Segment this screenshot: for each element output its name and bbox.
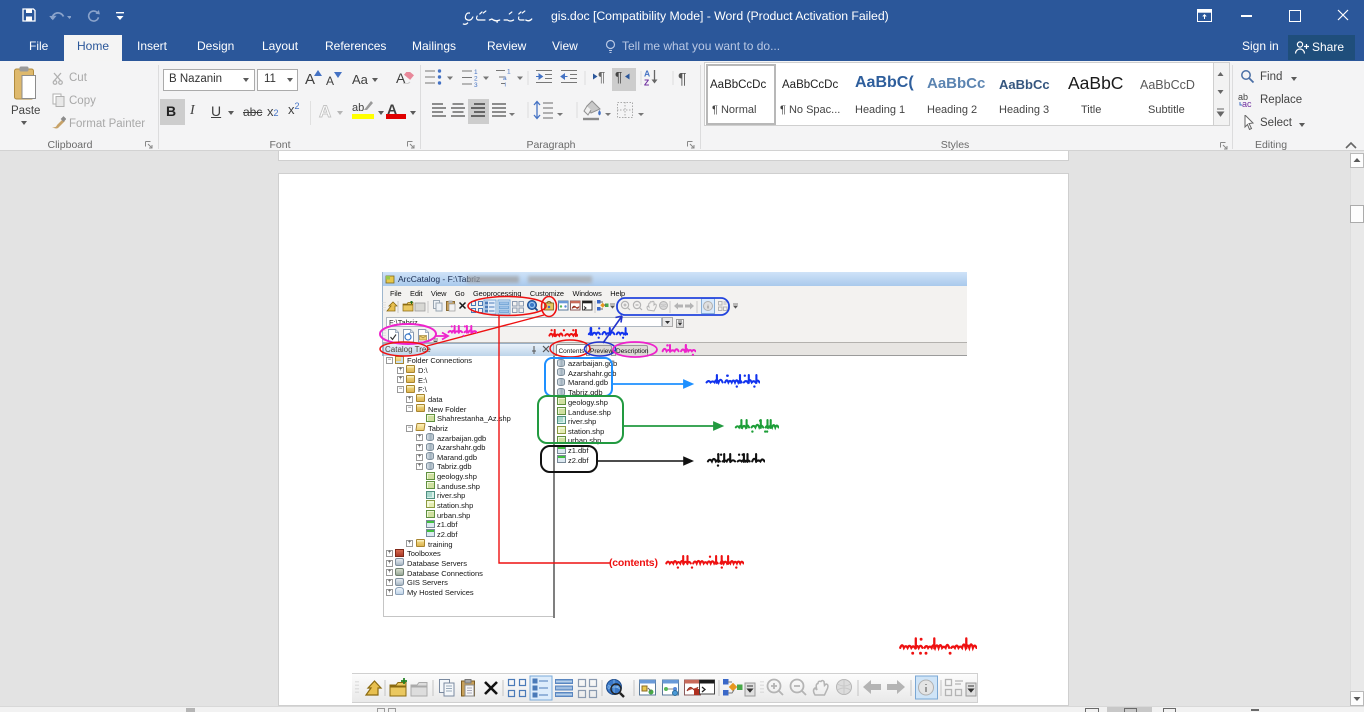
svg-text:i: i xyxy=(505,82,506,89)
svg-text:ac: ac xyxy=(1242,99,1252,108)
svg-text:1: 1 xyxy=(507,69,511,76)
svg-text:A: A xyxy=(319,102,331,121)
svg-text:¶: ¶ xyxy=(615,70,622,85)
svg-text:3: 3 xyxy=(474,82,478,89)
svg-text:¶: ¶ xyxy=(598,70,605,85)
svg-text:¶: ¶ xyxy=(678,71,687,88)
svg-text:Z: Z xyxy=(644,78,649,88)
